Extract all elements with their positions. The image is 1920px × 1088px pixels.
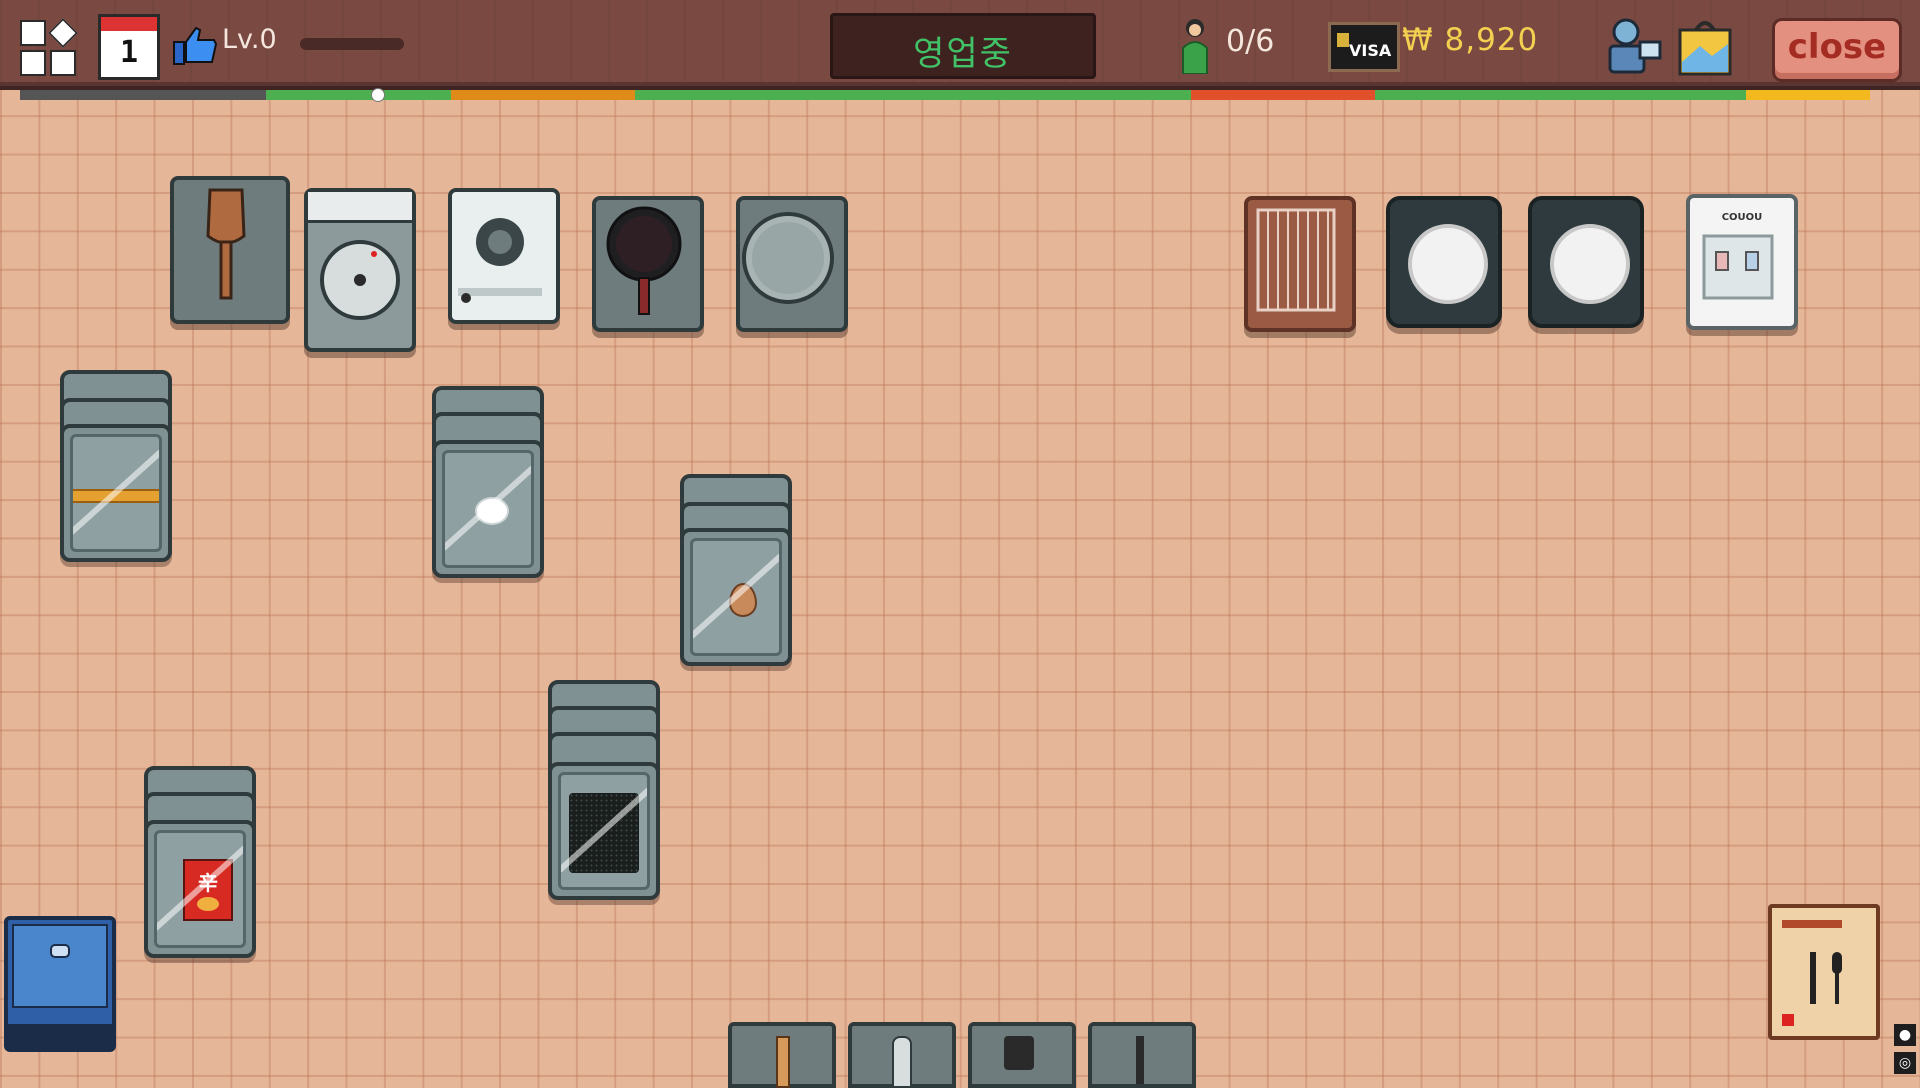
close-button-label: close (1787, 27, 1887, 67)
dish-rack-station[interactable] (1244, 196, 1356, 332)
money-display: ₩ 8,920 (1402, 22, 1539, 58)
frying-pan-station[interactable] (592, 196, 704, 332)
customer-icon (1182, 19, 1208, 74)
ramen-pack-icon: 辛 (183, 859, 233, 921)
status-panel: 영업중 (830, 13, 1096, 79)
customer-count: 0/6 (1226, 24, 1275, 59)
slotted-spatula-holder[interactable] (968, 1022, 1076, 1088)
burner-icon (458, 218, 542, 303)
seaweed-tray[interactable] (548, 762, 660, 900)
staff-manager-icon[interactable] (1600, 14, 1664, 76)
pot-station[interactable] (736, 196, 848, 332)
tray-glass: 辛 (154, 830, 246, 948)
dispenser-brand: COUOU (1721, 212, 1763, 223)
settings-small-icon[interactable]: ◎ (1894, 1052, 1916, 1074)
microphone-icon[interactable]: ● (1894, 1024, 1916, 1046)
seaweed-icon (569, 793, 639, 873)
timeline-segment (634, 90, 1192, 100)
ramen-pack-label: 辛 (198, 871, 218, 895)
day-timeline-bar (20, 90, 1900, 100)
gas-burner-station[interactable] (448, 188, 560, 324)
fork-knife-icon (1810, 952, 1842, 1004)
timeline-segment (1191, 90, 1376, 100)
plate-icon (1550, 224, 1630, 304)
timeline-segment (266, 90, 451, 100)
tray-glass (558, 772, 650, 890)
slotted-spatula-icon (1004, 1036, 1034, 1070)
noodle-tray[interactable] (60, 424, 172, 562)
plate-icon (1408, 224, 1488, 304)
cooler-latch-icon (50, 944, 70, 958)
frying-pan-icon (606, 206, 682, 315)
noodle-icon (73, 489, 159, 503)
card-brand: VISA (1349, 41, 1392, 60)
xp-progress-bar (300, 38, 404, 50)
calendar-icon[interactable]: 1 (98, 14, 160, 80)
chopsticks-holder[interactable] (728, 1022, 836, 1088)
tray-glass (690, 538, 782, 656)
rice-cooker-icon (320, 240, 400, 320)
shopping-bag-icon[interactable] (1676, 16, 1734, 76)
knife-holder[interactable] (848, 1022, 956, 1088)
dish-rack-icon (1256, 208, 1336, 312)
water-dispenser-station[interactable]: COUOU (1686, 194, 1798, 330)
calendar-day: 1 (119, 35, 139, 70)
thumbs-up-icon[interactable] (172, 24, 218, 66)
pot-icon (742, 212, 834, 304)
tray-glass (70, 434, 162, 552)
egg-icon (729, 583, 757, 617)
ladle-icon (1136, 1036, 1144, 1084)
serving-plate-1[interactable] (1386, 196, 1502, 328)
rice-cooker-station[interactable] (304, 188, 416, 352)
timeline-segment (450, 90, 635, 100)
close-button[interactable]: close (1772, 18, 1902, 82)
calendar-header (101, 17, 157, 31)
water-dispenser-icon (1702, 234, 1774, 300)
timeline-segment (20, 90, 267, 100)
chopsticks-icon (776, 1036, 790, 1088)
menu-grid-icon[interactable] (20, 18, 78, 76)
egg-tray[interactable] (680, 528, 792, 666)
serving-plate-2[interactable] (1528, 196, 1644, 328)
ramen-tray[interactable]: 辛 (144, 820, 256, 958)
cooler-box[interactable] (4, 916, 116, 1052)
timeline-segment (1745, 90, 1870, 100)
ladle-holder[interactable] (1088, 1022, 1196, 1088)
knife-icon (892, 1036, 912, 1088)
level-label: Lv.0 (222, 24, 277, 55)
timeline-segment (1375, 90, 1746, 100)
top-bar: 1 Lv.0 영업중 0/6 VISA ₩ 8,920 close (0, 0, 1920, 90)
utensil-station-spatula[interactable] (170, 176, 290, 324)
recipe-book-button[interactable] (1768, 904, 1880, 1040)
rice-tray[interactable] (432, 440, 544, 578)
rice-icon (477, 499, 507, 523)
wooden-spatula-icon (206, 188, 246, 300)
tray-glass (442, 450, 534, 568)
business-status: 영업중 (913, 34, 1013, 74)
credit-card-icon: VISA (1328, 22, 1400, 72)
